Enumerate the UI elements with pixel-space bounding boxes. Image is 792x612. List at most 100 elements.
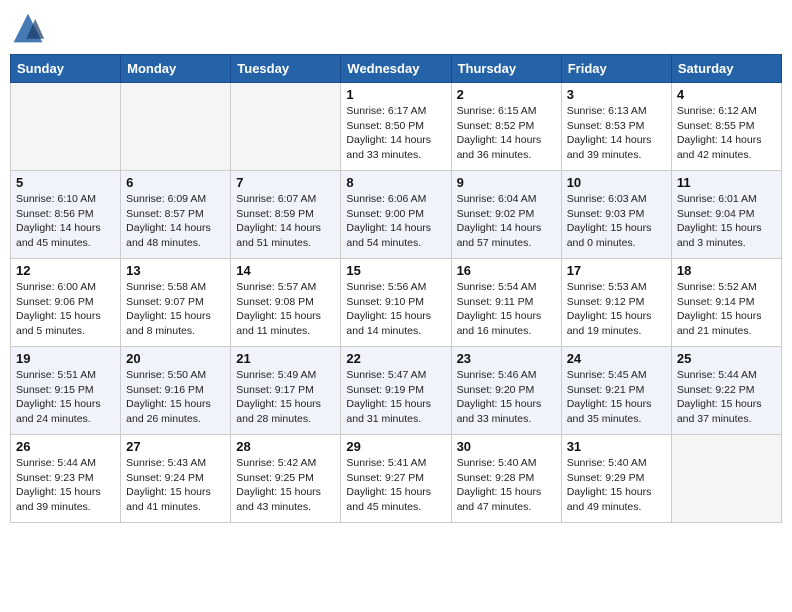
day-number: 27 <box>126 439 225 454</box>
cell-info: Sunrise: 6:15 AMSunset: 8:52 PMDaylight:… <box>457 104 556 163</box>
day-number: 20 <box>126 351 225 366</box>
cell-info: Sunrise: 5:40 AMSunset: 9:28 PMDaylight:… <box>457 456 556 515</box>
calendar-table: SundayMondayTuesdayWednesdayThursdayFrid… <box>10 54 782 523</box>
calendar-cell-7: 7 Sunrise: 6:07 AMSunset: 8:59 PMDaylight… <box>231 171 341 259</box>
day-number: 31 <box>567 439 666 454</box>
calendar-cell-14: 14Sunrise: 5:57 AMSunset: 9:08 PMDayligh… <box>231 259 341 347</box>
day-number: 2 <box>457 87 556 102</box>
calendar-cell-5: 5 Sunrise: 6:10 AMSunset: 8:56 PMDaylight… <box>11 171 121 259</box>
calendar-header-row: SundayMondayTuesdayWednesdayThursdayFrid… <box>11 55 782 83</box>
calendar-header-sunday: Sunday <box>11 55 121 83</box>
calendar-cell-18: 18 Sunrise: 5:52 AMSunset: 9:14 PMDayligh… <box>671 259 781 347</box>
day-number: 19 <box>16 351 115 366</box>
calendar-header-monday: Monday <box>121 55 231 83</box>
cell-info: Sunrise: 5:53 AMSunset: 9:12 PMDaylight:… <box>567 280 666 339</box>
cell-info: Sunrise: 5:49 AMSunset: 9:17 PMDaylight:… <box>236 368 335 427</box>
calendar-header-friday: Friday <box>561 55 671 83</box>
cell-info: Sunrise: 5:50 AMSunset: 9:16 PMDaylight:… <box>126 368 225 427</box>
cell-info: Sunrise: 6:10 AMSunset: 8:56 PMDaylight:… <box>16 192 115 251</box>
cell-info: Sunrise: 6:00 AMSunset: 9:06 PMDaylight:… <box>16 280 115 339</box>
calendar-week-row-4: 26 Sunrise: 5:44 AMSunset: 9:23 PMDayligh… <box>11 435 782 523</box>
calendar-cell-8: 8 Sunrise: 6:06 AMSunset: 9:00 PMDaylight… <box>341 171 451 259</box>
day-number: 26 <box>16 439 115 454</box>
cell-info: Sunrise: 6:07 AMSunset: 8:59 PMDaylight:… <box>236 192 335 251</box>
cell-info: Sunrise: 5:56 AMSunset: 9:10 PMDaylight:… <box>346 280 445 339</box>
cell-info: Sunrise: 5:44 AMSunset: 9:22 PMDaylight:… <box>677 368 776 427</box>
calendar-cell-11: 11Sunrise: 6:01 AMSunset: 9:04 PMDayligh… <box>671 171 781 259</box>
calendar-cell-23: 23 Sunrise: 5:46 AMSunset: 9:20 PMDayligh… <box>451 347 561 435</box>
calendar-week-row-1: 5 Sunrise: 6:10 AMSunset: 8:56 PMDaylight… <box>11 171 782 259</box>
cell-info: Sunrise: 5:58 AMSunset: 9:07 PMDaylight:… <box>126 280 225 339</box>
day-number: 8 <box>346 175 445 190</box>
cell-info: Sunrise: 6:01 AMSunset: 9:04 PMDaylight:… <box>677 192 776 251</box>
calendar-cell-15: 15 Sunrise: 5:56 AMSunset: 9:10 PMDayligh… <box>341 259 451 347</box>
calendar-cell-empty-2 <box>231 83 341 171</box>
day-number: 18 <box>677 263 776 278</box>
day-number: 22 <box>346 351 445 366</box>
cell-info: Sunrise: 5:43 AMSunset: 9:24 PMDaylight:… <box>126 456 225 515</box>
calendar-header-thursday: Thursday <box>451 55 561 83</box>
calendar-cell-6: 6 Sunrise: 6:09 AMSunset: 8:57 PMDaylight… <box>121 171 231 259</box>
calendar-cell-empty-6 <box>671 435 781 523</box>
calendar-cell-21: 21 Sunrise: 5:49 AMSunset: 9:17 PMDayligh… <box>231 347 341 435</box>
day-number: 4 <box>677 87 776 102</box>
day-number: 21 <box>236 351 335 366</box>
calendar-week-row-3: 19 Sunrise: 5:51 AMSunset: 9:15 PMDayligh… <box>11 347 782 435</box>
cell-info: Sunrise: 5:46 AMSunset: 9:20 PMDaylight:… <box>457 368 556 427</box>
calendar-week-row-2: 12 Sunrise: 6:00 AMSunset: 9:06 PMDayligh… <box>11 259 782 347</box>
calendar-cell-empty-1 <box>121 83 231 171</box>
logo-icon <box>10 10 46 46</box>
calendar-header-tuesday: Tuesday <box>231 55 341 83</box>
day-number: 7 <box>236 175 335 190</box>
cell-info: Sunrise: 5:47 AMSunset: 9:19 PMDaylight:… <box>346 368 445 427</box>
calendar-cell-16: 16 Sunrise: 5:54 AMSunset: 9:11 PMDayligh… <box>451 259 561 347</box>
calendar-cell-24: 24 Sunrise: 5:45 AMSunset: 9:21 PMDayligh… <box>561 347 671 435</box>
day-number: 28 <box>236 439 335 454</box>
calendar-cell-31: 31 Sunrise: 5:40 AMSunset: 9:29 PMDayligh… <box>561 435 671 523</box>
calendar-header-saturday: Saturday <box>671 55 781 83</box>
day-number: 15 <box>346 263 445 278</box>
day-number: 13 <box>126 263 225 278</box>
day-number: 3 <box>567 87 666 102</box>
calendar-cell-10: 10Sunrise: 6:03 AMSunset: 9:03 PMDayligh… <box>561 171 671 259</box>
cell-info: Sunrise: 5:44 AMSunset: 9:23 PMDaylight:… <box>16 456 115 515</box>
calendar-cell-22: 22 Sunrise: 5:47 AMSunset: 9:19 PMDayligh… <box>341 347 451 435</box>
calendar-cell-1: 1 Sunrise: 6:17 AMSunset: 8:50 PMDaylight… <box>341 83 451 171</box>
calendar-cell-empty-0 <box>11 83 121 171</box>
calendar-cell-19: 19 Sunrise: 5:51 AMSunset: 9:15 PMDayligh… <box>11 347 121 435</box>
day-number: 12 <box>16 263 115 278</box>
calendar-cell-27: 27 Sunrise: 5:43 AMSunset: 9:24 PMDayligh… <box>121 435 231 523</box>
calendar-cell-17: 17 Sunrise: 5:53 AMSunset: 9:12 PMDayligh… <box>561 259 671 347</box>
cell-info: Sunrise: 5:45 AMSunset: 9:21 PMDaylight:… <box>567 368 666 427</box>
day-number: 5 <box>16 175 115 190</box>
day-number: 1 <box>346 87 445 102</box>
cell-info: Sunrise: 6:12 AMSunset: 8:55 PMDaylight:… <box>677 104 776 163</box>
day-number: 6 <box>126 175 225 190</box>
calendar-cell-3: 3 Sunrise: 6:13 AMSunset: 8:53 PMDaylight… <box>561 83 671 171</box>
page-header <box>10 10 782 46</box>
calendar-cell-2: 2 Sunrise: 6:15 AMSunset: 8:52 PMDaylight… <box>451 83 561 171</box>
day-number: 23 <box>457 351 556 366</box>
cell-info: Sunrise: 5:51 AMSunset: 9:15 PMDaylight:… <box>16 368 115 427</box>
cell-info: Sunrise: 6:13 AMSunset: 8:53 PMDaylight:… <box>567 104 666 163</box>
calendar-cell-29: 29Sunrise: 5:41 AMSunset: 9:27 PMDayligh… <box>341 435 451 523</box>
cell-info: Sunrise: 5:41 AMSunset: 9:27 PMDaylight:… <box>346 456 445 515</box>
calendar-week-row-0: 1 Sunrise: 6:17 AMSunset: 8:50 PMDaylight… <box>11 83 782 171</box>
day-number: 9 <box>457 175 556 190</box>
logo <box>10 10 50 46</box>
calendar-cell-28: 28Sunrise: 5:42 AMSunset: 9:25 PMDayligh… <box>231 435 341 523</box>
day-number: 17 <box>567 263 666 278</box>
cell-info: Sunrise: 6:09 AMSunset: 8:57 PMDaylight:… <box>126 192 225 251</box>
cell-info: Sunrise: 5:52 AMSunset: 9:14 PMDaylight:… <box>677 280 776 339</box>
cell-info: Sunrise: 6:17 AMSunset: 8:50 PMDaylight:… <box>346 104 445 163</box>
calendar-cell-12: 12 Sunrise: 6:00 AMSunset: 9:06 PMDayligh… <box>11 259 121 347</box>
cell-info: Sunrise: 6:04 AMSunset: 9:02 PMDaylight:… <box>457 192 556 251</box>
cell-info: Sunrise: 5:40 AMSunset: 9:29 PMDaylight:… <box>567 456 666 515</box>
cell-info: Sunrise: 6:06 AMSunset: 9:00 PMDaylight:… <box>346 192 445 251</box>
day-number: 25 <box>677 351 776 366</box>
cell-info: Sunrise: 5:54 AMSunset: 9:11 PMDaylight:… <box>457 280 556 339</box>
cell-info: Sunrise: 5:57 AMSunset: 9:08 PMDaylight:… <box>236 280 335 339</box>
day-number: 16 <box>457 263 556 278</box>
day-number: 30 <box>457 439 556 454</box>
day-number: 24 <box>567 351 666 366</box>
